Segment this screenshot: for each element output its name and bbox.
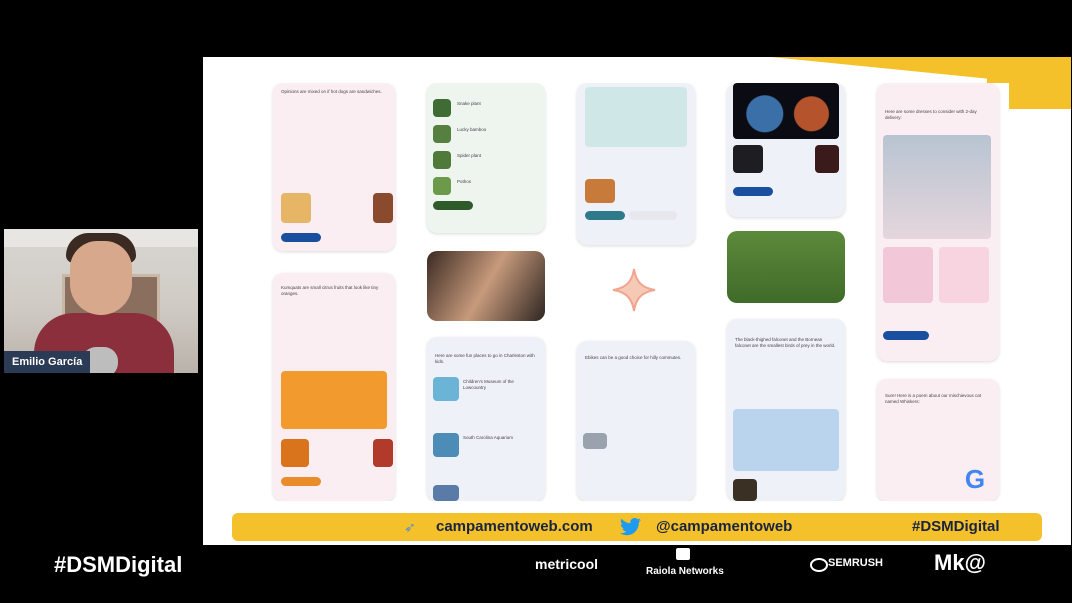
mixer-card — [577, 83, 695, 245]
gemini-sparkle-icon — [611, 267, 657, 313]
ask-follow-up-pill — [281, 477, 321, 486]
rocket-icon: ➶ — [404, 519, 416, 535]
card-image — [373, 439, 393, 467]
plant-image — [433, 151, 451, 169]
hot-dog-card: Opinions are mixed on if hot dogs are sa… — [273, 83, 395, 251]
card-image — [733, 479, 757, 501]
earth-mars-image — [733, 83, 839, 139]
presenter-head — [70, 241, 132, 315]
ebike-image — [583, 433, 607, 449]
card-text: Kumquats are small citrus fruits that lo… — [281, 285, 379, 296]
card-text: Here are some fun places to go in Charle… — [435, 353, 535, 364]
card-text: Opinions are mixed on if hot dogs are sa… — [281, 89, 382, 94]
presenter-name-tag: Emilio García — [4, 351, 91, 373]
ask-follow-up-pill — [433, 201, 473, 210]
ask-follow-up-pill — [281, 233, 321, 242]
plant-image — [433, 177, 451, 195]
sponsor-semrush-logo: SEMRUSH — [828, 557, 884, 569]
raiola-networks-icon — [676, 548, 690, 560]
card-image — [733, 145, 763, 173]
card-image — [281, 193, 311, 223]
place-image — [433, 485, 459, 501]
event-hashtag: #DSMDigital — [54, 552, 183, 577]
falconet-image — [733, 409, 839, 471]
slide-hashtag-text: #DSMDigital — [912, 518, 1000, 535]
card-text: Lucky bamboo — [457, 127, 487, 132]
sponsor-mk-logo: Mk@ — [934, 550, 987, 575]
card-image — [585, 179, 615, 203]
card-image — [815, 145, 839, 173]
card-text: Ebikes can be a good choice for hilly co… — [585, 355, 682, 360]
plant-image — [433, 99, 451, 117]
kumquat-image — [281, 371, 387, 429]
sponsor-metricool-logo: metricool — [535, 556, 599, 572]
place-image — [433, 433, 459, 457]
ask-follow-up-pill — [883, 331, 929, 340]
website-text: campamentoweb.com — [436, 518, 593, 535]
falconet-card: The black-thighed falconet and the Borne… — [727, 319, 845, 501]
kumquat-card: Kumquats are small citrus fruits that lo… — [273, 273, 395, 501]
card-text: South Carolina Aquarium — [463, 435, 514, 440]
card-text: Spider plant — [457, 153, 482, 158]
man-outdoors-photo — [727, 231, 845, 303]
card-image — [281, 439, 309, 467]
google-logo-icon: G — [964, 464, 986, 494]
dress-image — [939, 247, 989, 303]
card-text: Sure! Here is a poem about our mischievo… — [885, 393, 982, 404]
card-text: The black-thighed falconet and the Borne… — [735, 337, 836, 348]
pink-dress-image — [883, 135, 991, 239]
place-image — [433, 377, 459, 401]
planets-card — [727, 83, 845, 217]
twitter-bird-icon — [620, 518, 642, 536]
cat-poem-card: Sure! Here is a poem about our mischievo… — [877, 379, 999, 501]
card-text: Pothos — [457, 179, 472, 184]
ask-follow-up-pill — [733, 187, 773, 196]
sponsor-raiola-networks-logo: Raiola Networks — [646, 566, 724, 577]
houseplants-card: Snake plant Lucky bamboo Spider plant Po… — [427, 83, 545, 233]
presentation-slide: Opinions are mixed on if hot dogs are sa… — [203, 57, 1071, 545]
card-text: Snake plant — [457, 101, 481, 106]
card-image — [373, 193, 393, 223]
card-text: Here are some dresses to consider with 2… — [885, 109, 977, 120]
stand-mixer-image — [585, 87, 687, 147]
twitter-handle-text: @campamentoweb — [656, 518, 793, 535]
semrush-icon — [810, 558, 828, 572]
card-text: Children's Museum of the Lowcountry — [463, 379, 514, 390]
ask-follow-up-pill — [585, 211, 625, 220]
gemini-cards-collage: Opinions are mixed on if hot dogs are sa… — [265, 83, 1009, 501]
charleston-card: Here are some fun places to go in Charle… — [427, 337, 545, 501]
suggestion-pill — [629, 211, 677, 220]
plant-image — [433, 125, 451, 143]
woman-photo — [427, 251, 545, 321]
ebike-card: Ebikes can be a good choice for hilly co… — [577, 341, 695, 501]
dress-image — [883, 247, 933, 303]
dresses-card: Here are some dresses to consider with 2… — [877, 83, 999, 361]
